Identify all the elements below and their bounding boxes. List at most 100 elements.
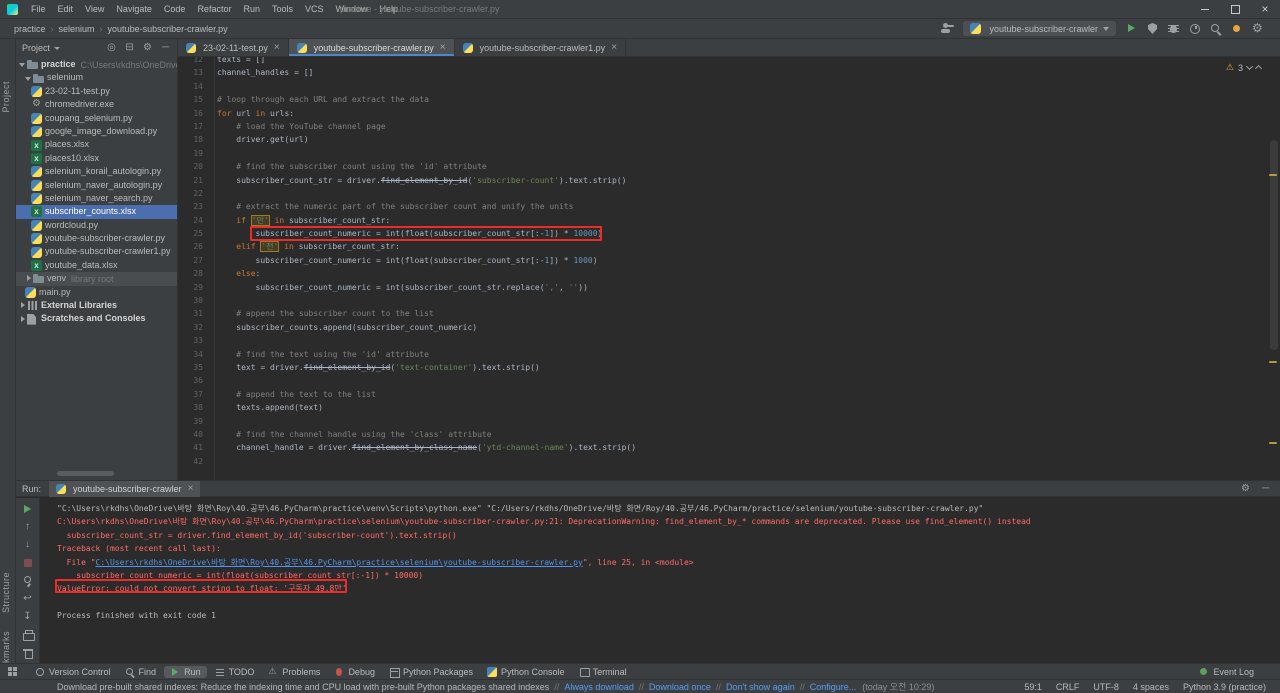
stop-icon[interactable] xyxy=(21,557,35,569)
users-icon[interactable] xyxy=(941,22,954,35)
tree-item-places-xlsx[interactable]: places.xlsx xyxy=(16,138,177,151)
tree-item-google-image-download-py[interactable]: google_image_download.py xyxy=(16,125,177,138)
coverage-icon[interactable] xyxy=(1146,22,1159,35)
close-icon[interactable]: × xyxy=(274,42,280,53)
status-python-3-9-practice[interactable]: Python 3.9 (practice) xyxy=(1183,682,1266,692)
tree-item-subscriber-counts-xlsx[interactable]: subscriber_counts.xlsx xyxy=(16,205,177,219)
updates-icon[interactable] xyxy=(1230,22,1243,35)
breadcrumb-youtube-subscriber-crawler-py[interactable]: youtube-subscriber-crawler.py xyxy=(104,24,232,34)
breadcrumb-selenium[interactable]: selenium xyxy=(55,24,99,34)
search-icon[interactable] xyxy=(1209,22,1222,35)
code-editor[interactable]: 12 texts = [] 13 channel_handles = [] 14 15 # … xyxy=(178,57,1280,480)
project-panel-title[interactable]: Project xyxy=(22,43,50,53)
chevron-right-icon[interactable] xyxy=(25,272,33,285)
menu-view[interactable]: View xyxy=(79,0,110,19)
maximize-button[interactable] xyxy=(1220,0,1250,19)
breadcrumb-practice[interactable]: practice xyxy=(10,24,50,34)
tree-item-scratches-and-consoles[interactable]: Scratches and Consoles xyxy=(16,312,177,325)
settings-icon[interactable] xyxy=(142,42,153,53)
tree-item-coupang-selenium-py[interactable]: coupang_selenium.py xyxy=(16,112,177,125)
tree-item-selenium-naver-autologin-py[interactable]: selenium_naver_autologin.py xyxy=(16,179,177,192)
collapse-all-icon[interactable] xyxy=(124,42,135,53)
debug-icon[interactable] xyxy=(1167,22,1180,35)
tree-item-venv[interactable]: venv library root xyxy=(16,272,177,286)
status-4-spaces[interactable]: 4 spaces xyxy=(1133,682,1169,692)
prev-warning-icon[interactable] xyxy=(1254,64,1263,73)
menu-navigate[interactable]: Navigate xyxy=(110,0,158,19)
close-button[interactable] xyxy=(1250,0,1280,19)
hide-icon[interactable] xyxy=(160,42,171,53)
tree-item-selenium[interactable]: selenium xyxy=(16,71,177,84)
warning-stripe-mark[interactable] xyxy=(1269,361,1277,363)
warning-stripe-mark[interactable] xyxy=(1269,442,1277,444)
close-icon[interactable]: × xyxy=(611,42,617,53)
run-configuration-select[interactable]: youtube-subscriber-crawler xyxy=(963,21,1116,36)
close-icon[interactable]: × xyxy=(188,483,194,494)
profiler-icon[interactable] xyxy=(1188,22,1201,35)
vertical-scrollbar[interactable] xyxy=(1270,140,1278,350)
settings-icon[interactable] xyxy=(1251,21,1264,35)
status-link-configure[interactable]: Configure... xyxy=(810,682,857,692)
hide-icon[interactable] xyxy=(1260,483,1271,494)
chevron-down-icon[interactable] xyxy=(25,72,33,85)
toolwindow-button-todo[interactable]: TODO xyxy=(209,666,261,678)
print-icon[interactable] xyxy=(21,629,35,641)
chevron-right-icon[interactable] xyxy=(19,299,27,312)
tree-item-selenium-naver-search-py[interactable]: selenium_naver_search.py xyxy=(16,192,177,205)
pin-icon[interactable] xyxy=(21,575,35,587)
menu-run[interactable]: Run xyxy=(237,0,266,19)
horizontal-scrollbar[interactable] xyxy=(57,471,114,476)
rerun-icon[interactable] xyxy=(21,503,35,515)
chevron-down-icon[interactable] xyxy=(54,46,61,50)
close-icon[interactable]: × xyxy=(440,42,446,53)
toolwindow-button-event-log[interactable]: Event Log xyxy=(1193,666,1260,678)
clear-icon[interactable] xyxy=(21,647,35,659)
tree-item-youtube-data-xlsx[interactable]: youtube_data.xlsx xyxy=(16,259,177,272)
toolwindow-button-run[interactable]: Run xyxy=(164,665,207,678)
editor-tab-youtube-subscriber-crawler1-py[interactable]: youtube-subscriber-crawler1.py × xyxy=(455,39,627,56)
up-icon[interactable] xyxy=(21,521,35,533)
status-link-always-download[interactable]: Always download xyxy=(564,682,634,692)
menu-vcs[interactable]: VCS xyxy=(299,0,330,19)
next-warning-icon[interactable] xyxy=(1245,62,1254,71)
run-icon[interactable] xyxy=(1125,22,1138,35)
inspections-widget[interactable]: 3 xyxy=(1223,61,1264,74)
tree-item-external-libraries[interactable]: External Libraries xyxy=(16,299,177,312)
softwrap-icon[interactable] xyxy=(21,593,35,605)
menu-code[interactable]: Code xyxy=(158,0,192,19)
chevron-down-icon[interactable] xyxy=(19,58,27,71)
status-link-don-t-show-again[interactable]: Don't show again xyxy=(726,682,795,692)
scrollend-icon[interactable] xyxy=(21,611,35,623)
status-crlf[interactable]: CRLF xyxy=(1056,682,1080,692)
locate-icon[interactable] xyxy=(106,42,117,53)
menu-tools[interactable]: Tools xyxy=(266,0,299,19)
toolwindow-button-find[interactable]: Find xyxy=(119,666,163,678)
console-link[interactable]: C:\Users\rkdhs\OneDrive\바탕 화면\Roy\40.공부\… xyxy=(96,558,583,567)
chevron-right-icon[interactable] xyxy=(19,313,27,326)
toolwindow-button-version-control[interactable]: Version Control xyxy=(29,666,117,678)
menu-refactor[interactable]: Refactor xyxy=(191,0,237,19)
run-tab[interactable]: youtube-subscriber-crawler × xyxy=(49,480,201,497)
toolwindow-button-debug[interactable]: Debug xyxy=(328,666,381,678)
editor-tab-23-02-11-test-py[interactable]: 23-02-11-test.py × xyxy=(178,39,289,56)
toolwindow-button-problems[interactable]: Problems xyxy=(262,666,326,678)
tree-item-wordcloud-py[interactable]: wordcloud.py xyxy=(16,219,177,232)
toolwindow-button-terminal[interactable]: Terminal xyxy=(573,666,633,678)
menu-file[interactable]: File xyxy=(25,0,52,19)
tree-item-youtube-subscriber-crawler1-py[interactable]: youtube-subscriber-crawler1.py xyxy=(16,245,177,258)
settings-icon[interactable] xyxy=(1240,483,1251,494)
status-utf-8[interactable]: UTF-8 xyxy=(1093,682,1119,692)
tree-item-places10-xlsx[interactable]: places10.xlsx xyxy=(16,152,177,165)
tree-item-chromedriver-exe[interactable]: chromedriver.exe xyxy=(16,98,177,111)
toolwindow-button-python-console[interactable]: Python Console xyxy=(481,666,571,678)
tool-button-project[interactable]: Project xyxy=(1,81,11,113)
down-icon[interactable] xyxy=(21,539,35,551)
editor-tab-youtube-subscriber-crawler-py[interactable]: youtube-subscriber-crawler.py × xyxy=(288,39,455,56)
tree-item-23-02-11-test-py[interactable]: 23-02-11-test.py xyxy=(16,85,177,98)
status-59-1[interactable]: 59:1 xyxy=(1024,682,1042,692)
tool-button-structure[interactable]: Structure xyxy=(1,572,11,613)
status-link-download-once[interactable]: Download once xyxy=(649,682,711,692)
minimize-button[interactable] xyxy=(1190,0,1220,19)
tree-item-selenium-korail-autologin-py[interactable]: selenium_korail_autologin.py xyxy=(16,165,177,178)
menu-edit[interactable]: Edit xyxy=(52,0,80,19)
